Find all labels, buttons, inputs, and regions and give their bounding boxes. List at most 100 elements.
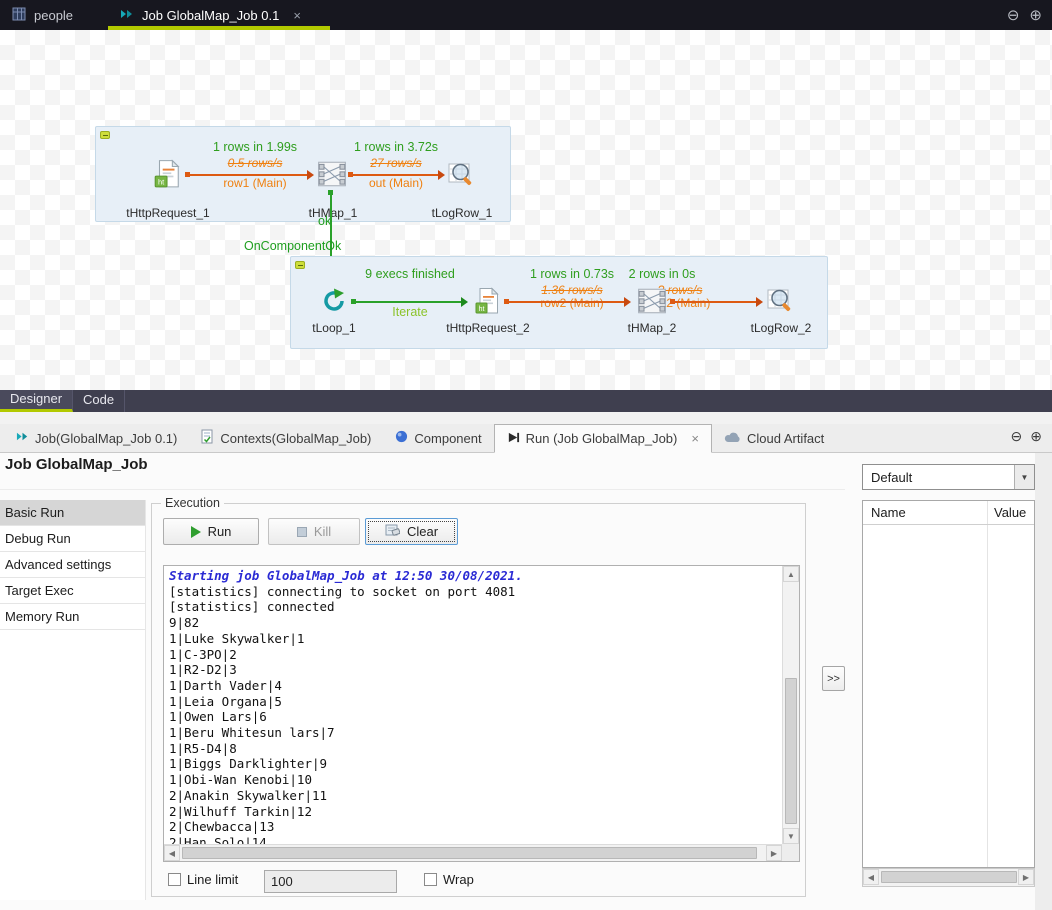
job-icon xyxy=(120,7,134,24)
sidebar-item-target-exec[interactable]: Target Exec xyxy=(0,578,145,604)
console-line: 2|Chewbacca|13 xyxy=(169,819,782,835)
column-header-name: Name xyxy=(871,505,906,520)
wrap-checkbox[interactable] xyxy=(424,873,437,886)
sidebar-item-advanced-settings[interactable]: Advanced settings xyxy=(0,552,145,578)
clear-button-label: Clear xyxy=(407,524,438,539)
chevron-down-icon[interactable]: ▼ xyxy=(1014,465,1034,489)
console-line: 2|Han Solo|14 xyxy=(169,835,782,844)
flow-link-line[interactable] xyxy=(506,301,626,303)
clear-icon xyxy=(385,523,400,540)
component-label: tLogRow_2 xyxy=(721,321,841,335)
scroll-left-icon[interactable]: ◀ xyxy=(164,845,180,861)
expand-context-panel-button[interactable]: >> xyxy=(822,666,845,691)
component-label: tHttpRequest_2 xyxy=(428,321,548,335)
maximize-view-icon[interactable]: ⊕ xyxy=(1029,6,1042,24)
minimize-view-icon[interactable]: ⊖ xyxy=(1007,6,1020,24)
close-icon[interactable]: × xyxy=(691,431,699,446)
tab-job-view[interactable]: Job(GlobalMap_Job 0.1) xyxy=(4,424,189,452)
console-line: 1|C-3PO|2 xyxy=(169,647,782,663)
link-arrow-icon xyxy=(756,297,763,307)
trigger-label[interactable]: OnComponentOk xyxy=(244,239,341,253)
subjob-collapse-icon[interactable] xyxy=(100,131,110,139)
column-divider[interactable] xyxy=(987,501,988,524)
console-line: 2|Anakin Skywalker|11 xyxy=(169,788,782,804)
scrollbar-thumb[interactable] xyxy=(182,847,757,859)
run-button[interactable]: Run xyxy=(163,518,259,545)
component-tLoop_1[interactable] xyxy=(320,287,348,320)
flow-link-line[interactable] xyxy=(672,301,758,303)
line-limit-checkbox[interactable] xyxy=(168,873,181,886)
talend-studio-window: people Job GlobalMap_Job 0.1 × ⊖ ⊕ 1 row… xyxy=(0,0,1052,910)
table-header: Name Value xyxy=(863,501,1034,525)
console-line: 1|R2-D2|3 xyxy=(169,662,782,678)
tab-label: Contexts(GlobalMap_Job) xyxy=(220,431,371,446)
tab-cloud-artifact[interactable]: Cloud Artifact xyxy=(712,424,836,452)
divider xyxy=(0,489,845,490)
flow-link-line[interactable] xyxy=(350,174,440,176)
editor-tab-people[interactable]: people xyxy=(0,0,85,30)
component-label: tHMap_1 xyxy=(273,206,393,220)
component-tLogRow_2[interactable] xyxy=(766,286,794,319)
console-line: 1|R5-D4|8 xyxy=(169,741,782,757)
console-output[interactable]: Starting job GlobalMap_Job at 12:50 30/0… xyxy=(164,566,782,844)
scrollbar-thumb[interactable] xyxy=(785,678,797,824)
iterate-label[interactable]: Iterate xyxy=(360,305,460,319)
scroll-down-icon[interactable]: ▼ xyxy=(783,828,799,844)
component-label: tLoop_1 xyxy=(274,321,394,335)
component-sphere-icon xyxy=(395,430,408,446)
scroll-right-icon[interactable]: ▶ xyxy=(1018,869,1034,885)
scroll-right-icon[interactable]: ▶ xyxy=(766,845,782,861)
maximize-view-icon[interactable]: ⊕ xyxy=(1030,428,1042,445)
scroll-up-icon[interactable]: ▲ xyxy=(783,566,799,582)
sidebar-item-basic-run[interactable]: Basic Run xyxy=(0,500,145,526)
line-limit-label: Line limit xyxy=(187,872,238,887)
play-icon xyxy=(191,526,201,538)
job-design-canvas[interactable]: 1 rows in 1.99s 0.5 rows/s row1 (Main) 1… xyxy=(0,30,1052,390)
execution-console[interactable]: Starting job GlobalMap_Job at 12:50 30/0… xyxy=(163,565,800,862)
link-arrow-icon xyxy=(461,297,468,307)
run-button-label: Run xyxy=(208,524,232,539)
tab-run[interactable]: Run (Job GlobalMap_Job) × xyxy=(494,424,712,453)
execution-legend: Execution xyxy=(161,496,224,510)
tab-component[interactable]: Component xyxy=(383,424,493,452)
flow-link-line[interactable] xyxy=(187,174,309,176)
console-line: [statistics] connecting to socket on por… xyxy=(169,584,782,600)
run-view: Job GlobalMap_Job Basic Run Debug Run Ad… xyxy=(0,453,1052,910)
contexts-icon xyxy=(201,429,214,447)
tab-contexts[interactable]: Contexts(GlobalMap_Job) xyxy=(189,424,383,452)
iterate-line[interactable] xyxy=(353,301,463,303)
tab-designer[interactable]: Designer xyxy=(0,390,73,412)
console-horizontal-scrollbar[interactable]: ◀ ▶ xyxy=(164,844,782,861)
context-table-scrollbar[interactable]: ◀ ▶ xyxy=(862,868,1035,887)
subjob-collapse-icon[interactable] xyxy=(295,261,305,269)
component-label: tHttpRequest_1 xyxy=(108,206,228,220)
sidebar-item-debug-run[interactable]: Debug Run xyxy=(0,526,145,552)
context-select[interactable]: Default ▼ xyxy=(862,464,1035,490)
component-tHttpRequest_1[interactable]: ht xyxy=(152,159,182,194)
clear-button[interactable]: Clear xyxy=(365,518,458,545)
close-icon[interactable]: × xyxy=(293,8,301,23)
component-tLogRow_1[interactable] xyxy=(447,160,475,193)
flow-rate: 27 rows/s xyxy=(336,156,456,170)
sidebar-item-memory-run[interactable]: Memory Run xyxy=(0,604,145,630)
console-line: 1|Obi-Wan Kenobi|10 xyxy=(169,772,782,788)
component-tHMap_2[interactable] xyxy=(636,285,668,322)
console-line: 1|Luke Skywalker|1 xyxy=(169,631,782,647)
component-label: tHMap_2 xyxy=(592,321,712,335)
flow-rate: 0.5 rows/s xyxy=(193,156,317,170)
flow-link-label[interactable]: row1 (Main) xyxy=(193,176,317,190)
scrollbar-thumb[interactable] xyxy=(881,871,1017,883)
svg-text:ht: ht xyxy=(479,306,485,313)
line-limit-input[interactable] xyxy=(264,870,397,893)
console-vertical-scrollbar[interactable]: ▲ ▼ xyxy=(782,566,799,844)
view-tab-bar: Job(GlobalMap_Job 0.1) Contexts(GlobalMa… xyxy=(0,424,1052,453)
component-tHttpRequest_2[interactable]: ht xyxy=(473,287,501,320)
editor-tab-label: Job GlobalMap_Job 0.1 xyxy=(142,8,279,23)
column-divider xyxy=(987,525,988,867)
kill-button[interactable]: Kill xyxy=(268,518,360,545)
scroll-left-icon[interactable]: ◀ xyxy=(863,869,879,885)
editor-tab-bar: people Job GlobalMap_Job 0.1 × ⊖ ⊕ xyxy=(0,0,1052,30)
flow-link-label[interactable]: row2 (Main) xyxy=(512,296,632,310)
minimize-view-icon[interactable]: ⊖ xyxy=(1011,428,1023,445)
tab-code[interactable]: Code xyxy=(73,390,125,412)
